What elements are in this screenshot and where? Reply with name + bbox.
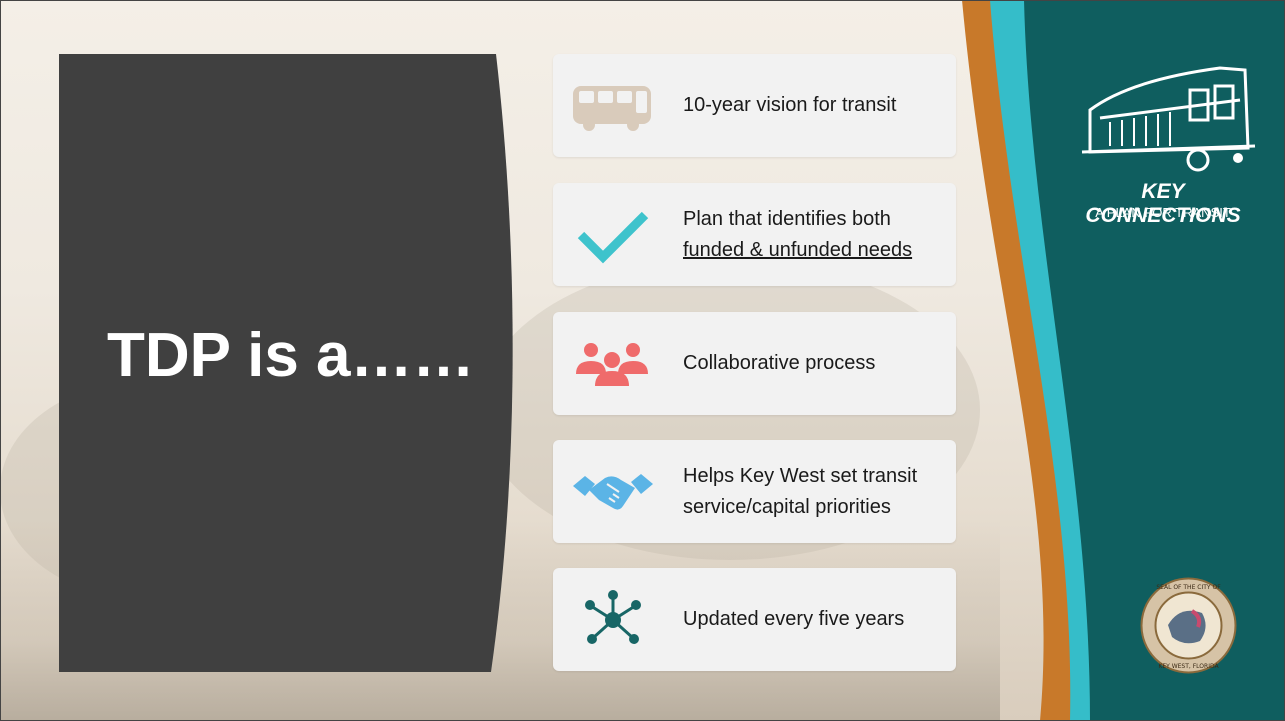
logo-subtitle: A PLAN FOR TRANSIT <box>1095 205 1231 220</box>
logo-title: KEY CONNECTIONS <box>1085 180 1241 227</box>
checkmark-icon <box>577 211 649 264</box>
card-plan: Plan that identifies both funded & unfun… <box>553 183 956 286</box>
card-label: Collaborative process <box>683 352 876 374</box>
card-vision: 10-year vision for transit <box>553 54 956 157</box>
bus-icon <box>573 86 651 131</box>
slide-title: TDP is a…… <box>107 321 475 390</box>
card-label: Plan that identifies both funded & unfun… <box>683 183 943 286</box>
slide: TDP is a…… 10-year vision for transit Pl… <box>0 0 1285 721</box>
underlined-text: funded & unfunded needs <box>683 238 913 261</box>
seal-text-top: SEAL OF THE CITY OF <box>1156 584 1221 591</box>
city-seal-icon: SEAL OF THE CITY OF KEY WEST, FLORIDA <box>1140 577 1237 674</box>
card-label: Updated every five years <box>683 608 905 630</box>
seal-text-bottom: KEY WEST, FLORIDA <box>1158 663 1219 670</box>
card-collaborative: Collaborative process <box>553 312 956 415</box>
network-icon <box>585 590 641 644</box>
card-label: Helps Key West set transit service/capit… <box>683 464 918 518</box>
people-group-icon <box>576 343 648 386</box>
card-updated: Updated every five years <box>553 568 956 671</box>
handshake-icon <box>573 474 653 510</box>
card-priorities: Helps Key West set transit service/capit… <box>553 440 956 543</box>
card-label: 10-year vision for transit <box>683 94 897 116</box>
